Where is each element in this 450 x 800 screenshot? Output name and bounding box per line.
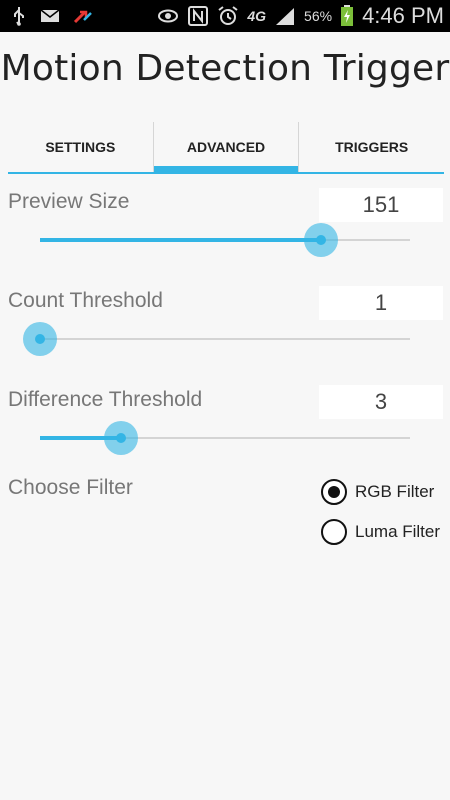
luma-filter-option[interactable]: Luma Filter [321, 519, 440, 545]
slider-thumb[interactable] [23, 322, 57, 356]
luma-filter-radio[interactable] [321, 519, 347, 545]
luma-filter-label: Luma Filter [355, 522, 441, 541]
tab-triggers[interactable]: TRIGGERS [298, 122, 444, 172]
page-title: Motion Detection Trigger [0, 48, 450, 89]
status-time: 4:46 PM [362, 3, 444, 28]
slider-track [40, 338, 410, 340]
tab-bar: SETTINGS ADVANCED TRIGGERS [8, 122, 444, 174]
nfc-icon [188, 6, 209, 26]
difference-threshold-value[interactable]: 3 [319, 385, 443, 419]
signal-icon [276, 8, 295, 25]
difference-threshold-slider[interactable] [40, 418, 410, 458]
tab-triggers-label: TRIGGERS [335, 139, 409, 155]
rgb-filter-radio[interactable] [321, 479, 347, 505]
status-bar-right: 4G 56% 4:46 PM [157, 2, 444, 30]
slider-thumb[interactable] [304, 223, 339, 257]
status-bar-left [8, 4, 94, 28]
choose-filter-label: Choose Filter [8, 476, 133, 499]
alarm-icon [218, 6, 238, 25]
tab-settings[interactable]: SETTINGS [8, 122, 153, 172]
tab-settings-label: SETTINGS [45, 139, 116, 155]
preview-size-slider[interactable] [40, 220, 410, 260]
slider-fill [40, 238, 322, 242]
battery-percent: 56% [304, 8, 333, 24]
eye-icon [158, 9, 179, 23]
count-threshold-label: Count Threshold [8, 289, 163, 312]
difference-threshold-label: Difference Threshold [8, 388, 203, 411]
rgb-filter-label: RGB Filter [355, 482, 435, 501]
rgb-filter-option[interactable]: RGB Filter [321, 479, 434, 505]
missed-call-icon [73, 10, 92, 24]
slider-thumb[interactable] [104, 421, 139, 455]
network-type-label: 4G [247, 8, 267, 24]
count-threshold-value[interactable]: 1 [319, 286, 443, 320]
usb-icon [14, 7, 24, 26]
battery-charging-icon [341, 5, 354, 26]
email-icon [40, 9, 60, 22]
preview-size-value[interactable]: 151 [319, 188, 443, 222]
count-threshold-slider[interactable] [23, 319, 410, 359]
tab-advanced[interactable]: ADVANCED [152, 122, 299, 172]
status-bar: 4G 56% 4:46 PM [0, 0, 450, 32]
preview-size-label: Preview Size [8, 190, 130, 213]
tab-advanced-label: ADVANCED [186, 139, 266, 155]
